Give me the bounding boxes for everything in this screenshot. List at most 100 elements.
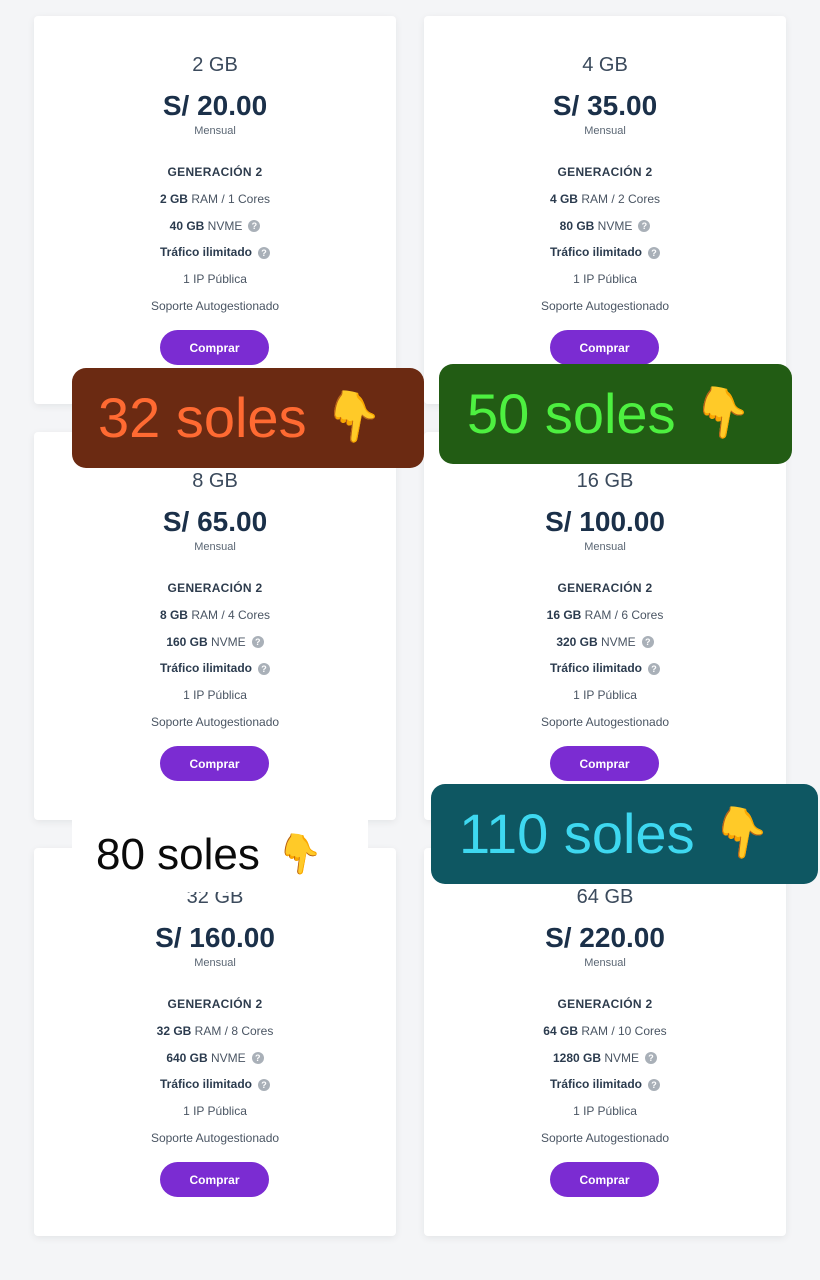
feature-traffic: Tráfico ilimitado? xyxy=(424,239,786,266)
feature-support: Soporte Autogestionado xyxy=(150,1130,280,1145)
disk-rest: NVME xyxy=(207,634,246,649)
disk-rest: NVME xyxy=(601,1050,640,1065)
feature-disk: 640 GB NVME? xyxy=(34,1045,396,1072)
plan-period: Mensual xyxy=(194,541,236,553)
buy-button[interactable]: Comprar xyxy=(160,746,269,781)
disk-value: 80 GB xyxy=(559,218,595,233)
help-icon[interactable]: ? xyxy=(258,663,270,676)
feature-list: GENERACIÓN 2 32 GB RAM / 8 Cores 640 GB … xyxy=(34,991,396,1152)
plan-name: 64 GB xyxy=(576,886,634,908)
feature-traffic: Tráfico ilimitado? xyxy=(424,655,786,682)
help-icon[interactable]: ? xyxy=(648,663,660,676)
feature-disk: 80 GB NVME? xyxy=(424,213,786,240)
ram-rest: RAM / 6 Cores xyxy=(581,607,664,622)
ram-value: 16 GB xyxy=(546,607,582,622)
ram-value: 4 GB xyxy=(549,191,578,206)
feature-support: Soporte Autogestionado xyxy=(150,714,280,729)
plan-card-32gb: 32 GB S/ 160.00 Mensual GENERACIÓN 2 32 … xyxy=(34,848,396,1236)
help-icon[interactable]: ? xyxy=(648,247,660,260)
traffic-label: Tráfico ilimitado xyxy=(549,1077,642,1092)
buy-button[interactable]: Comprar xyxy=(550,1162,659,1197)
disk-value: 640 GB xyxy=(166,1050,208,1065)
plan-card-16gb: 16 GB S/ 100.00 Mensual GENERACIÓN 2 16 … xyxy=(424,432,786,820)
price-overlay-50-soles: 50 soles 👇 xyxy=(439,364,792,464)
ram-rest: RAM / 10 Cores xyxy=(577,1023,667,1038)
disk-value: 160 GB xyxy=(166,634,208,649)
price-overlay-32-soles: 32 soles 👇 xyxy=(72,368,424,468)
buy-button[interactable]: Comprar xyxy=(550,330,659,365)
feature-traffic: Tráfico ilimitado? xyxy=(34,655,396,682)
feature-ram: 8 GB RAM / 4 Cores xyxy=(34,602,396,629)
help-icon[interactable]: ? xyxy=(251,636,264,649)
pointing-down-icon: 👇 xyxy=(318,386,387,449)
feature-support: Soporte Autogestionado xyxy=(540,1130,670,1145)
help-icon[interactable]: ? xyxy=(648,1079,660,1092)
help-icon[interactable]: ? xyxy=(258,247,270,260)
plan-period: Mensual xyxy=(584,957,626,969)
traffic-label: Tráfico ilimitado xyxy=(159,1077,252,1092)
plan-price: S/ 220.00 xyxy=(545,922,665,953)
help-icon[interactable]: ? xyxy=(638,220,651,233)
feature-ram: 32 GB RAM / 8 Cores xyxy=(34,1018,396,1045)
feature-ip: 1 IP Pública xyxy=(573,688,637,703)
feature-traffic: Tráfico ilimitado? xyxy=(34,1071,396,1098)
feature-generation: GENERACIÓN 2 xyxy=(557,165,653,179)
feature-list: GENERACIÓN 2 2 GB RAM / 1 Cores 40 GB NV… xyxy=(34,159,396,320)
help-icon[interactable]: ? xyxy=(248,220,261,233)
price-overlay-110-soles: 110 soles 👇 xyxy=(431,784,818,884)
buy-button[interactable]: Comprar xyxy=(160,1162,269,1197)
ram-rest: RAM / 2 Cores xyxy=(577,191,661,206)
feature-generation: GENERACIÓN 2 xyxy=(167,997,263,1011)
help-icon[interactable]: ? xyxy=(641,636,654,649)
buy-button[interactable]: Comprar xyxy=(160,330,269,365)
buy-button[interactable]: Comprar xyxy=(550,746,659,781)
pointing-down-icon: 👇 xyxy=(272,829,326,880)
feature-support: Soporte Autogestionado xyxy=(150,298,280,313)
ram-rest: RAM / 1 Cores xyxy=(187,191,271,206)
feature-disk: 320 GB NVME? xyxy=(424,629,786,656)
plan-period: Mensual xyxy=(584,541,626,553)
ram-value: 8 GB xyxy=(159,607,188,622)
overlay-text: 110 soles xyxy=(459,802,695,865)
overlay-text: 80 soles xyxy=(96,830,260,879)
feature-ram: 16 GB RAM / 6 Cores xyxy=(424,602,786,629)
plan-card-8gb: 8 GB S/ 65.00 Mensual GENERACIÓN 2 8 GB … xyxy=(34,432,396,820)
traffic-label: Tráfico ilimitado xyxy=(159,245,252,260)
help-icon[interactable]: ? xyxy=(258,1079,270,1092)
feature-generation: GENERACIÓN 2 xyxy=(557,997,653,1011)
feature-list: GENERACIÓN 2 4 GB RAM / 2 Cores 80 GB NV… xyxy=(424,159,786,320)
feature-generation: GENERACIÓN 2 xyxy=(167,165,263,179)
feature-disk: 160 GB NVME? xyxy=(34,629,396,656)
price-overlay-80-soles: 80 soles 👇 xyxy=(72,818,368,892)
feature-generation: GENERACIÓN 2 xyxy=(557,581,653,595)
disk-rest: NVME xyxy=(204,218,243,233)
plan-price: S/ 65.00 xyxy=(162,506,268,537)
feature-traffic: Tráfico ilimitado? xyxy=(34,239,396,266)
feature-ram: 4 GB RAM / 2 Cores xyxy=(424,186,786,213)
feature-ip: 1 IP Pública xyxy=(573,1104,637,1119)
plan-name: 8 GB xyxy=(192,470,238,492)
feature-ram: 64 GB RAM / 10 Cores xyxy=(424,1018,786,1045)
feature-ip: 1 IP Pública xyxy=(183,272,247,287)
disk-rest: NVME xyxy=(597,634,636,649)
help-icon[interactable]: ? xyxy=(251,1052,264,1065)
plan-name: 4 GB xyxy=(582,54,628,76)
pointing-down-icon: 👇 xyxy=(687,382,756,445)
feature-list: GENERACIÓN 2 64 GB RAM / 10 Cores 1280 G… xyxy=(424,991,786,1152)
ram-value: 32 GB xyxy=(156,1023,192,1038)
pointing-down-icon: 👇 xyxy=(706,802,775,865)
plan-price: S/ 20.00 xyxy=(162,90,268,121)
feature-disk: 40 GB NVME? xyxy=(34,213,396,240)
traffic-label: Tráfico ilimitado xyxy=(159,661,252,676)
feature-traffic: Tráfico ilimitado? xyxy=(424,1071,786,1098)
help-icon[interactable]: ? xyxy=(645,1052,658,1065)
feature-generation: GENERACIÓN 2 xyxy=(167,581,263,595)
plan-card-4gb: 4 GB S/ 35.00 Mensual GENERACIÓN 2 4 GB … xyxy=(424,16,786,404)
overlay-text: 50 soles xyxy=(467,382,676,445)
feature-disk: 1280 GB NVME? xyxy=(424,1045,786,1072)
plan-card-64gb: 64 GB S/ 220.00 Mensual GENERACIÓN 2 64 … xyxy=(424,848,786,1236)
overlay-text: 32 soles xyxy=(98,386,307,449)
feature-ram: 2 GB RAM / 1 Cores xyxy=(34,186,396,213)
feature-ip: 1 IP Pública xyxy=(183,688,247,703)
feature-list: GENERACIÓN 2 16 GB RAM / 6 Cores 320 GB … xyxy=(424,575,786,736)
